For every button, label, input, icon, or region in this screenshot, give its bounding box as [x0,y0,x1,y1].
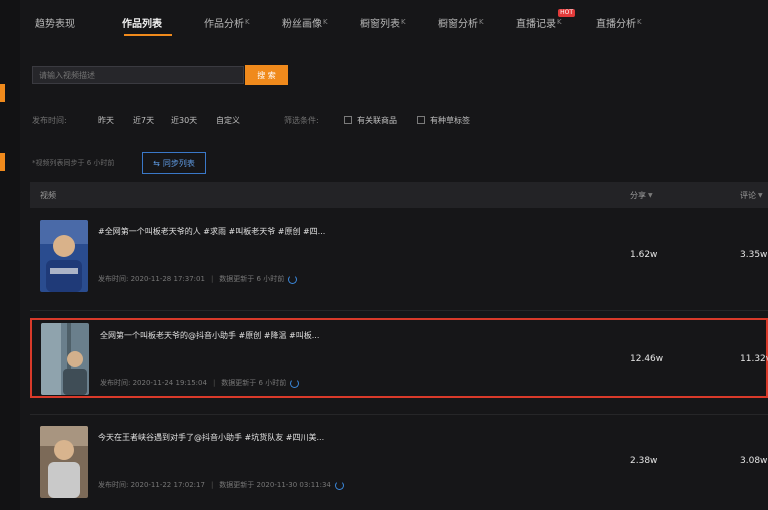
sort-caret-icon: ▼ [758,191,763,199]
tag-k: K [637,18,642,26]
tag-k: K [401,18,406,26]
checkbox[interactable] [344,116,352,124]
video-search-input[interactable] [32,66,244,84]
row-divider [30,310,768,311]
video-title[interactable]: 今天在王者峡谷遇到对手了@抖音小助手 #坑货队友 #四川美... [98,432,324,443]
tab-window-list[interactable]: 橱窗列表 K [345,0,423,44]
sidebar-active-marker [0,153,5,171]
separator: | [210,275,214,283]
video-title[interactable]: #全网第一个叫板老天爷的人 #求雨 #叫板老天爷 #原创 #四... [98,226,325,237]
sidebar-active-marker [0,84,5,102]
tab-works-list[interactable]: 作品列表 [107,0,189,44]
video-thumbnail[interactable] [40,426,88,498]
comment-count: 3.35w [740,250,768,260]
header-comment[interactable]: 评论 ▼ [740,182,763,208]
video-meta: 发布时间: 2020-11-24 19:15:04 | 数据更新于 6 小时前 [100,378,300,388]
header-video: 视频 [40,190,56,200]
video-title[interactable]: 全网第一个叫板老天爷的@抖音小助手 #原创 #降温 #叫板... [100,330,319,341]
share-count: 1.62w [630,250,658,260]
checkbox[interactable] [417,116,425,124]
tab-live-analysis[interactable]: 直播分析 K [581,0,659,44]
table-row-highlighted[interactable]: 全网第一个叫板老天爷的@抖音小助手 #原创 #降温 #叫板... 发布时间: 2… [30,318,768,398]
header-share[interactable]: 分享 ▼ [630,182,653,208]
table-row[interactable]: 今天在王者峡谷遇到对手了@抖音小助手 #坑货队友 #四川美... 发布时间: 2… [30,422,768,502]
tag-k: K [323,18,328,26]
tab-trend[interactable]: 趋势表现 [20,0,107,44]
search-button[interactable]: 搜 索 [245,65,288,85]
sync-note: *视频列表同步于 6 小时前 [32,159,115,167]
tag-k: K [245,18,250,26]
tab-bar: 趋势表现 作品列表 作品分析 K 粉丝画像 K 橱窗列表 K 橱窗分析 K 直播记录 K H… [20,0,768,44]
sync-list-button[interactable]: ⇆ 同步列表 [142,152,206,174]
tag-k: K [557,18,562,26]
sync-icon: ⇆ [153,158,160,168]
video-thumbnail[interactable] [40,220,88,292]
sort-caret-icon: ▼ [648,191,653,199]
row-divider [30,414,768,415]
hot-badge: HOT [558,9,575,17]
tab-works-analysis[interactable]: 作品分析 K [189,0,267,44]
comment-count: 11.32v [740,354,768,364]
tab-live-records[interactable]: 直播记录 K HOT [501,0,581,44]
share-count: 12.46w [630,354,664,364]
refresh-icon[interactable] [334,480,344,490]
condition-seeding-tag[interactable]: 有种草标签 [417,113,470,127]
time-option-custom[interactable]: 自定义 [216,113,240,127]
refresh-icon[interactable] [290,378,300,388]
publish-time-filter: 发布时间: [32,115,67,125]
tag-k: K [479,18,484,26]
time-option-7days[interactable]: 近7天 [133,113,154,127]
video-thumbnail[interactable] [41,323,89,395]
video-meta: 发布时间: 2020-11-22 17:02:17 | 数据更新于 2020-1… [98,480,344,490]
tab-window-analysis[interactable]: 橱窗分析 K [423,0,501,44]
condition-filter: 筛选条件: [284,115,319,125]
share-count: 2.38w [630,456,658,466]
time-option-yesterday[interactable]: 昨天 [98,113,114,127]
comment-count: 3.08w [740,456,768,466]
condition-linked-goods[interactable]: 有关联商品 [344,113,397,127]
table-row[interactable]: #全网第一个叫板老天爷的人 #求雨 #叫板老天爷 #原创 #四... 发布时间:… [30,216,768,296]
separator: | [212,379,216,387]
works-table: 视频 分享 ▼ 评论 ▼ #全网第一个叫板老天爷的人 #求雨 #叫板老天爷 #原创 … [30,182,768,498]
refresh-icon[interactable] [288,274,298,284]
table-header: 视频 分享 ▼ 评论 ▼ [30,182,768,208]
time-option-30days[interactable]: 近30天 [171,113,197,127]
video-meta: 发布时间: 2020-11-28 17:37:01 | 数据更新于 6 小时前 [98,274,298,284]
tab-fans-profile[interactable]: 粉丝画像 K [267,0,345,44]
left-sidebar-edge [0,0,20,510]
separator: | [210,481,214,489]
